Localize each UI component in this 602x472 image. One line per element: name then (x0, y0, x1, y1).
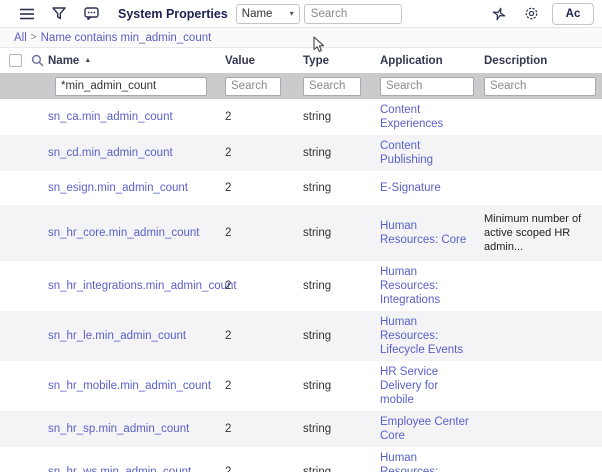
list-search-input[interactable] (303, 3, 402, 24)
property-value: 2 (225, 182, 232, 194)
column-header-name[interactable]: Name ▲ (48, 55, 225, 67)
property-value: 2 (225, 380, 232, 392)
breadcrumb-filter-link[interactable]: Name contains min_admin_count (41, 32, 212, 44)
property-value: 2 (225, 423, 232, 435)
sort-ascending-icon: ▲ (84, 57, 92, 64)
type-filter-input[interactable] (303, 76, 361, 96)
property-value: 2 (225, 111, 232, 123)
property-type: string (303, 423, 332, 435)
property-value: 2 (225, 147, 232, 159)
name-filter-input[interactable] (55, 76, 207, 96)
property-type: string (303, 280, 332, 292)
application-link[interactable]: HR Service Delivery for mobile (380, 365, 484, 407)
property-type: string (303, 466, 332, 472)
breadcrumb-separator: > (30, 32, 37, 43)
toolbar-right-group: Ac (476, 2, 594, 25)
page-title: System Properties (118, 6, 228, 21)
table-row: sn_hr_le.min_admin_count 2 string Human … (0, 311, 602, 361)
system-properties-list-page: System Properties Name ▾ Ac All > Name c… (0, 0, 602, 472)
search-icon[interactable] (31, 54, 44, 67)
table-row: sn_esign.min_admin_count 2 string E-Sign… (0, 171, 602, 205)
property-description: Minimum number of active scoped HR admin… (484, 213, 582, 253)
table-row: sn_hr_ws.min_admin_count 2 string Human … (0, 447, 602, 472)
table-row: sn_cd.min_admin_count 2 string Content P… (0, 135, 602, 171)
actions-button[interactable]: Ac (552, 2, 594, 25)
description-filter-input[interactable] (484, 76, 596, 96)
property-name-link[interactable]: sn_hr_integrations.min_admin_count (48, 279, 237, 293)
property-name-link[interactable]: sn_cd.min_admin_count (48, 146, 225, 160)
search-field-selector-value: Name (241, 7, 273, 20)
gear-icon[interactable] (522, 5, 540, 23)
property-name-link[interactable]: sn_hr_core.min_admin_count (48, 226, 225, 240)
column-header-application[interactable]: Application (380, 55, 484, 67)
property-value: 2 (225, 280, 232, 292)
breadcrumb-all-link[interactable]: All (14, 32, 27, 44)
property-type: string (303, 147, 332, 159)
table-body: sn_ca.min_admin_count 2 string Content E… (0, 99, 602, 472)
property-value: 2 (225, 227, 232, 239)
table-row: sn_hr_sp.min_admin_count 2 string Employ… (0, 411, 602, 447)
table-row: sn_hr_core.min_admin_count 2 string Huma… (0, 205, 602, 261)
table-row: sn_hr_mobile.min_admin_count 2 string HR… (0, 361, 602, 411)
search-field-selector[interactable]: Name ▾ (235, 3, 300, 24)
property-name-link[interactable]: sn_hr_sp.min_admin_count (48, 422, 225, 436)
column-header-type[interactable]: Type (303, 55, 380, 67)
property-type: string (303, 111, 332, 123)
column-filter-row (0, 73, 602, 99)
application-link[interactable]: Content Experiences (380, 103, 484, 131)
chat-bubble-icon[interactable] (82, 5, 100, 23)
property-value: 2 (225, 466, 232, 472)
table-row: sn_hr_integrations.min_admin_count 2 str… (0, 261, 602, 311)
breadcrumb: All > Name contains min_admin_count (0, 28, 602, 48)
application-link[interactable]: Human Resources: Core (380, 219, 484, 247)
application-link[interactable]: Content Publishing (380, 139, 484, 167)
property-name-link[interactable]: sn_hr_ws.min_admin_count (48, 465, 225, 472)
value-filter-input[interactable] (225, 76, 281, 96)
property-name-link[interactable]: sn_esign.min_admin_count (48, 181, 225, 195)
table-row: sn_ca.min_admin_count 2 string Content E… (0, 99, 602, 135)
table-header-row: Name ▲ Value Type Application Descriptio… (0, 48, 602, 73)
application-link[interactable]: Employee Center Core (380, 415, 484, 443)
column-header-description[interactable]: Description (484, 55, 602, 67)
property-type: string (303, 182, 332, 194)
list-toolbar: System Properties Name ▾ Ac (0, 0, 602, 28)
property-name-link[interactable]: sn_hr_mobile.min_admin_count (48, 379, 225, 393)
application-link[interactable]: Human Resources: Integrations (380, 265, 484, 307)
application-link[interactable]: E-Signature (380, 181, 484, 195)
select-all-checkbox[interactable] (9, 54, 22, 67)
application-link[interactable]: Human Resources: Lifecycle Events (380, 315, 484, 357)
filter-icon[interactable] (50, 5, 68, 23)
property-type: string (303, 380, 332, 392)
column-header-value[interactable]: Value (225, 55, 303, 67)
menu-icon[interactable] (18, 5, 36, 23)
property-type: string (303, 330, 332, 342)
application-link[interactable]: Human Resources: Workspace (380, 451, 484, 472)
property-type: string (303, 227, 332, 239)
ai-sparkle-icon[interactable] (490, 5, 508, 23)
application-filter-input[interactable] (380, 76, 474, 96)
property-name-link[interactable]: sn_ca.min_admin_count (48, 110, 225, 124)
property-name-link[interactable]: sn_hr_le.min_admin_count (48, 329, 225, 343)
property-value: 2 (225, 330, 232, 342)
chevron-down-icon: ▾ (289, 9, 294, 18)
